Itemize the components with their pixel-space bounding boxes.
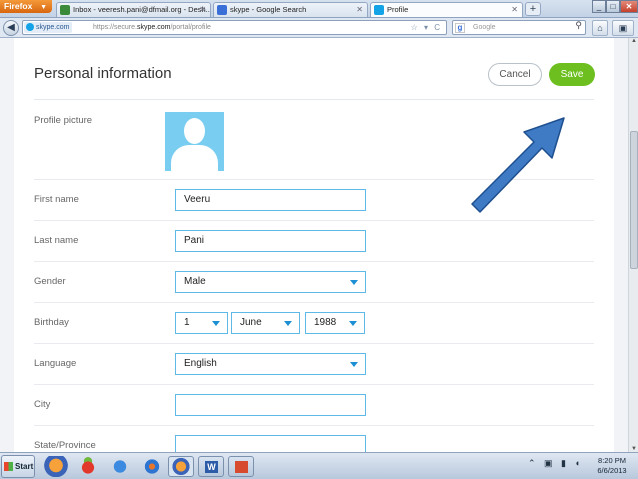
system-tray-icons[interactable]: ⌃ ▣ ▮ ◖	[528, 458, 583, 469]
state-input[interactable]	[175, 435, 366, 452]
windows-logo-icon	[4, 462, 13, 471]
url-domain: skype.com	[136, 24, 171, 31]
city-input[interactable]	[175, 394, 366, 416]
google-icon	[217, 5, 227, 15]
language-label: Language	[34, 358, 77, 369]
scroll-up-icon[interactable]: ▲	[630, 38, 638, 44]
site-identity-badge[interactable]: skype.com	[24, 22, 73, 33]
birthday-day-value: 1	[184, 317, 190, 328]
chevron-down-icon	[284, 321, 292, 326]
firefox-icon[interactable]	[168, 456, 194, 477]
skype-icon	[26, 23, 34, 31]
toolbar-menu-icon[interactable]: ▣	[612, 20, 634, 36]
row-last-name: Last name Pani	[34, 221, 594, 262]
firefox-icon[interactable]	[44, 456, 68, 477]
word-glyph: W	[205, 461, 218, 473]
language-select[interactable]: English	[175, 353, 366, 375]
search-placeholder: Google	[473, 24, 496, 31]
new-tab-button[interactable]: +	[525, 2, 541, 16]
tab-inbox[interactable]: Inbox - veeresh.pani@dfmail.org - Desh..…	[56, 2, 211, 17]
tab-strip: Firefox ▼ Inbox - veeresh.pani@dfmail.or…	[0, 0, 638, 18]
search-bar[interactable]: g Google ⚲	[452, 20, 586, 35]
birthday-month-value: June	[240, 317, 262, 328]
minimize-button[interactable]: _	[592, 0, 606, 13]
site-identity-label: skype.com	[36, 24, 70, 31]
tab-google-search[interactable]: skype - Google Search ✕	[213, 2, 368, 17]
last-name-input[interactable]: Pani	[175, 230, 366, 252]
clock[interactable]: 8:20 PM 6/6/2013	[590, 456, 634, 476]
cancel-button[interactable]: Cancel	[488, 63, 542, 86]
profile-picture-label: Profile picture	[34, 115, 93, 126]
annotation-arrow-icon	[471, 117, 565, 213]
url-path: /portal/profile	[170, 24, 211, 31]
city-label: City	[34, 399, 51, 410]
ie-icon[interactable]	[108, 456, 132, 477]
birthday-year-value: 1988	[314, 317, 337, 328]
close-icon[interactable]: ✕	[511, 3, 518, 17]
mozilla-icon[interactable]	[76, 456, 100, 477]
save-button[interactable]: Save	[549, 63, 595, 86]
gender-value: Male	[184, 276, 206, 287]
page-viewport: Personal information Cancel Save Profile…	[0, 38, 628, 452]
birthday-month-select[interactable]: June	[231, 312, 300, 334]
state-label: State/Province	[34, 440, 96, 451]
scrollbar-thumb[interactable]	[630, 131, 638, 269]
gender-select[interactable]: Male	[175, 271, 366, 293]
url-prefix: https://secure.	[93, 24, 137, 31]
avatar-head	[184, 118, 205, 144]
page-scrollbar[interactable]: ▲ ▼	[628, 38, 638, 452]
birthday-day-select[interactable]: 1	[175, 312, 228, 334]
avatar-body	[171, 145, 218, 171]
bookmark-star-icon[interactable]: ☆ ▾ C	[411, 21, 442, 34]
tab-label: Inbox - veeresh.pani@dfmail.org - Desh..…	[73, 5, 211, 14]
start-button[interactable]: Start	[1, 455, 35, 478]
clock-time: 8:20 PM	[598, 456, 626, 465]
url-text: https://secure.skype.com/portal/profile	[93, 22, 211, 33]
firefox-menu-button[interactable]: Firefox ▼	[0, 0, 52, 13]
tab-profile[interactable]: Profile ✕	[370, 2, 523, 17]
page-title: Personal information	[34, 65, 172, 82]
close-icon[interactable]: ✕	[199, 3, 206, 17]
row-birthday: Birthday 1 June 1988	[34, 303, 594, 344]
chevron-down-icon: ▼	[40, 4, 47, 11]
start-label: Start	[15, 462, 34, 471]
google-icon[interactable]: g	[455, 23, 465, 33]
search-icon[interactable]: ⚲	[575, 20, 582, 31]
home-icon[interactable]: ⌂	[592, 20, 608, 36]
skype-icon	[374, 5, 384, 15]
media-player-icon[interactable]	[140, 456, 164, 477]
taskbar: Start W ⌃ ▣ ▮ ◖ 8:20 PM 6/6/2013	[0, 452, 638, 479]
close-window-button[interactable]: ✕	[620, 0, 638, 13]
gender-label: Gender	[34, 276, 66, 287]
chevron-down-icon	[349, 321, 357, 326]
maximize-button[interactable]: □	[606, 0, 620, 13]
first-name-input[interactable]: Veeru	[175, 189, 366, 211]
chevron-down-icon	[350, 280, 358, 285]
firefox-menu-label: Firefox	[4, 1, 33, 11]
chevron-down-icon	[350, 362, 358, 367]
row-language: Language English	[34, 344, 594, 385]
profile-card: Personal information Cancel Save Profile…	[14, 38, 614, 452]
pdf-icon[interactable]	[228, 456, 254, 477]
close-icon[interactable]: ✕	[356, 3, 363, 17]
chevron-down-icon	[212, 321, 220, 326]
birthday-label: Birthday	[34, 317, 69, 328]
url-bar[interactable]: skype.com https://secure.skype.com/porta…	[22, 20, 447, 35]
language-value: English	[184, 358, 217, 369]
avatar[interactable]	[165, 112, 224, 171]
last-name-label: Last name	[34, 235, 79, 246]
gmail-icon	[60, 5, 70, 15]
tab-label: Profile	[387, 5, 409, 14]
navigation-bar: ◀ skype.com https://secure.skype.com/por…	[0, 18, 638, 38]
first-name-label: First name	[34, 194, 79, 205]
pdf-glyph	[235, 461, 248, 473]
clock-date: 6/6/2013	[597, 466, 627, 475]
row-state: State/Province	[34, 426, 594, 452]
row-city: City	[34, 385, 594, 426]
back-button[interactable]: ◀	[3, 20, 19, 36]
tab-label: skype - Google Search	[230, 5, 307, 14]
word-icon[interactable]: W	[198, 456, 224, 477]
row-gender: Gender Male	[34, 262, 594, 303]
birthday-year-select[interactable]: 1988	[305, 312, 365, 334]
